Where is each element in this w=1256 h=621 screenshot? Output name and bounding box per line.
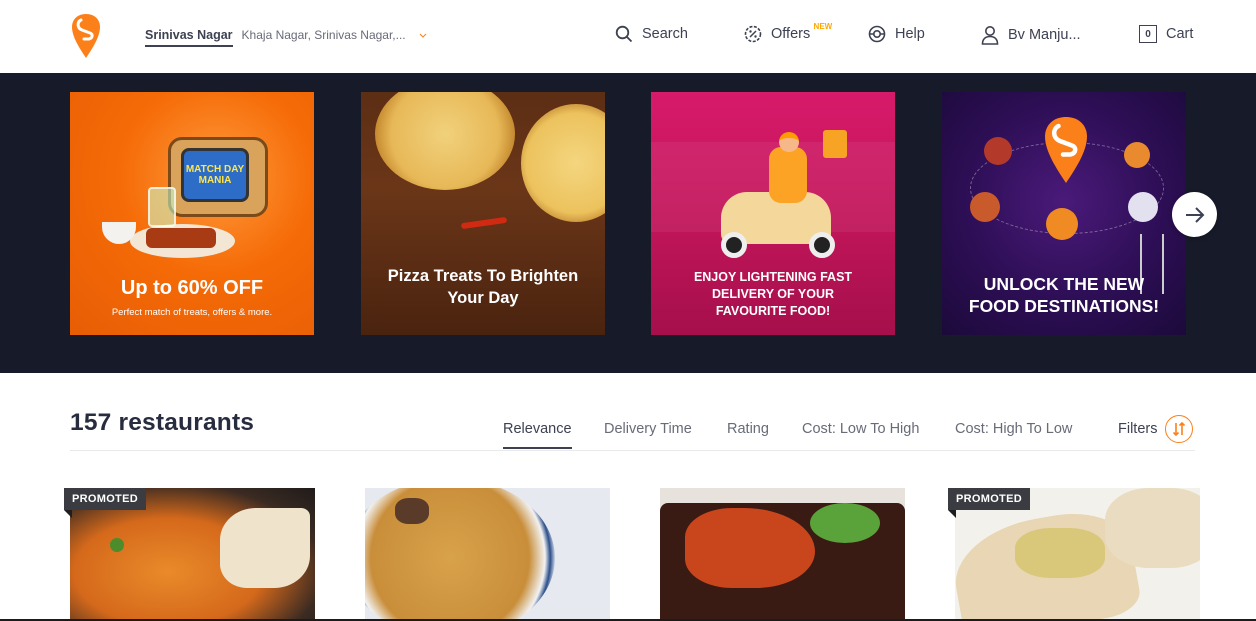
chevron-down-icon[interactable] xyxy=(416,33,430,43)
nav-search[interactable]: Search xyxy=(615,25,688,43)
nav-offers[interactable]: Offers NEW xyxy=(744,22,832,43)
rider-illustration xyxy=(769,147,807,203)
card-line2: DELIVERY OF YOUR xyxy=(711,287,834,301)
active-sort-underline xyxy=(503,447,572,449)
restaurant-card[interactable] xyxy=(365,488,610,621)
promoted-badge: PROMOTED xyxy=(64,488,146,518)
offers-carousel: MATCH DAY MANIA Up to 60% OFF Perfect ma… xyxy=(0,73,1256,373)
card-title-line1: Pizza Treats To Brighten xyxy=(387,267,579,285)
listing-divider xyxy=(70,450,1195,451)
planet xyxy=(1124,142,1150,168)
card-line2: FOOD DESTINATIONS! xyxy=(968,296,1160,316)
offers-icon xyxy=(744,25,762,43)
parcel-box xyxy=(823,130,847,158)
offer-card-delivery[interactable]: ENJOY LIGHTENING FAST DELIVERY OF YOUR F… xyxy=(651,92,895,335)
search-icon xyxy=(615,25,633,43)
promoted-badge: PROMOTED xyxy=(948,488,1030,518)
planet xyxy=(970,192,1000,222)
planet xyxy=(1128,192,1158,222)
location-selector[interactable]: Srinivas Nagar Khaja Nagar, Srinivas Nag… xyxy=(145,28,430,47)
arrow-right-icon xyxy=(1185,206,1204,223)
help-icon xyxy=(868,25,886,43)
tv-text: MATCH DAY MANIA xyxy=(185,164,245,186)
chilli-garnish xyxy=(460,216,508,230)
card-line1: UNLOCK THE NEW xyxy=(983,274,1145,294)
nav-cart-label: Cart xyxy=(1166,26,1194,42)
sort-relevance[interactable]: Relevance xyxy=(503,421,572,437)
planet xyxy=(1046,208,1078,240)
sort-cost-low-high[interactable]: Cost: Low To High xyxy=(802,421,919,437)
nav-account-label: Bv Manju... xyxy=(1008,27,1081,43)
filter-icon xyxy=(1165,415,1194,443)
dish-image-biryani xyxy=(365,488,555,621)
card-line3: FAVOURITE FOOD! xyxy=(715,304,831,318)
dish-image-wrap-roll-2 xyxy=(1105,488,1200,568)
tv-illustration: MATCH DAY MANIA xyxy=(168,137,268,217)
pizza-small xyxy=(521,104,605,222)
wheel-right xyxy=(809,232,835,258)
card-title-line2: Your Day xyxy=(447,289,519,307)
user-icon xyxy=(981,26,999,45)
swiggy-pin-icon xyxy=(1045,117,1087,183)
offer-card-destinations[interactable]: UNLOCK THE NEW FOOD DESTINATIONS! xyxy=(942,92,1186,335)
nav-cart[interactable]: 0 Cart xyxy=(1139,25,1193,43)
carousel-next-button[interactable] xyxy=(1172,192,1217,237)
rider-head xyxy=(779,132,799,152)
wrap-filling xyxy=(1015,528,1105,578)
offer-card-match-day[interactable]: MATCH DAY MANIA Up to 60% OFF Perfect ma… xyxy=(70,92,314,335)
restaurant-count: 157 restaurants xyxy=(70,409,255,436)
nav-account[interactable]: Bv Manju... xyxy=(981,25,1081,45)
restaurant-card[interactable] xyxy=(660,488,905,621)
wheel-left xyxy=(721,232,747,258)
cart-icon: 0 xyxy=(1139,25,1157,43)
swiggy-logo-icon[interactable] xyxy=(70,12,102,60)
garnish xyxy=(110,538,124,552)
card-line1: ENJOY LIGHTENING FAST xyxy=(693,270,853,284)
pizza-large xyxy=(375,92,515,190)
sort-delivery-time[interactable]: Delivery Time xyxy=(604,421,692,437)
dish-image-paneer-curry xyxy=(220,508,310,588)
card-title: Up to 60% OFF xyxy=(120,277,264,299)
meat-piece xyxy=(395,498,429,524)
nav-help[interactable]: Help xyxy=(868,25,925,43)
nav-help-label: Help xyxy=(895,26,925,42)
sort-rating[interactable]: Rating xyxy=(727,421,769,437)
location-main[interactable]: Srinivas Nagar xyxy=(145,28,233,47)
filters-button[interactable]: Filters xyxy=(1118,415,1194,443)
filters-label: Filters xyxy=(1118,421,1158,437)
planet xyxy=(984,137,1012,165)
location-address[interactable]: Khaja Nagar, Srinivas Nagar,... xyxy=(242,28,406,47)
cart-count: 0 xyxy=(1145,28,1151,40)
new-badge: NEW xyxy=(813,22,833,31)
kebab-pieces xyxy=(146,228,216,248)
drink-glass xyxy=(148,187,176,227)
top-header: Srinivas Nagar Khaja Nagar, Srinivas Nag… xyxy=(0,0,1256,73)
salad xyxy=(810,503,880,543)
sort-cost-high-low[interactable]: Cost: High To Low xyxy=(955,421,1072,437)
nav-offers-label: Offers xyxy=(771,26,811,42)
nav-search-label: Search xyxy=(642,26,688,42)
offer-card-pizza[interactable]: Pizza Treats To Brighten Your Day xyxy=(361,92,605,335)
card-subtitle: Perfect match of treats, offers & more. xyxy=(111,307,273,318)
